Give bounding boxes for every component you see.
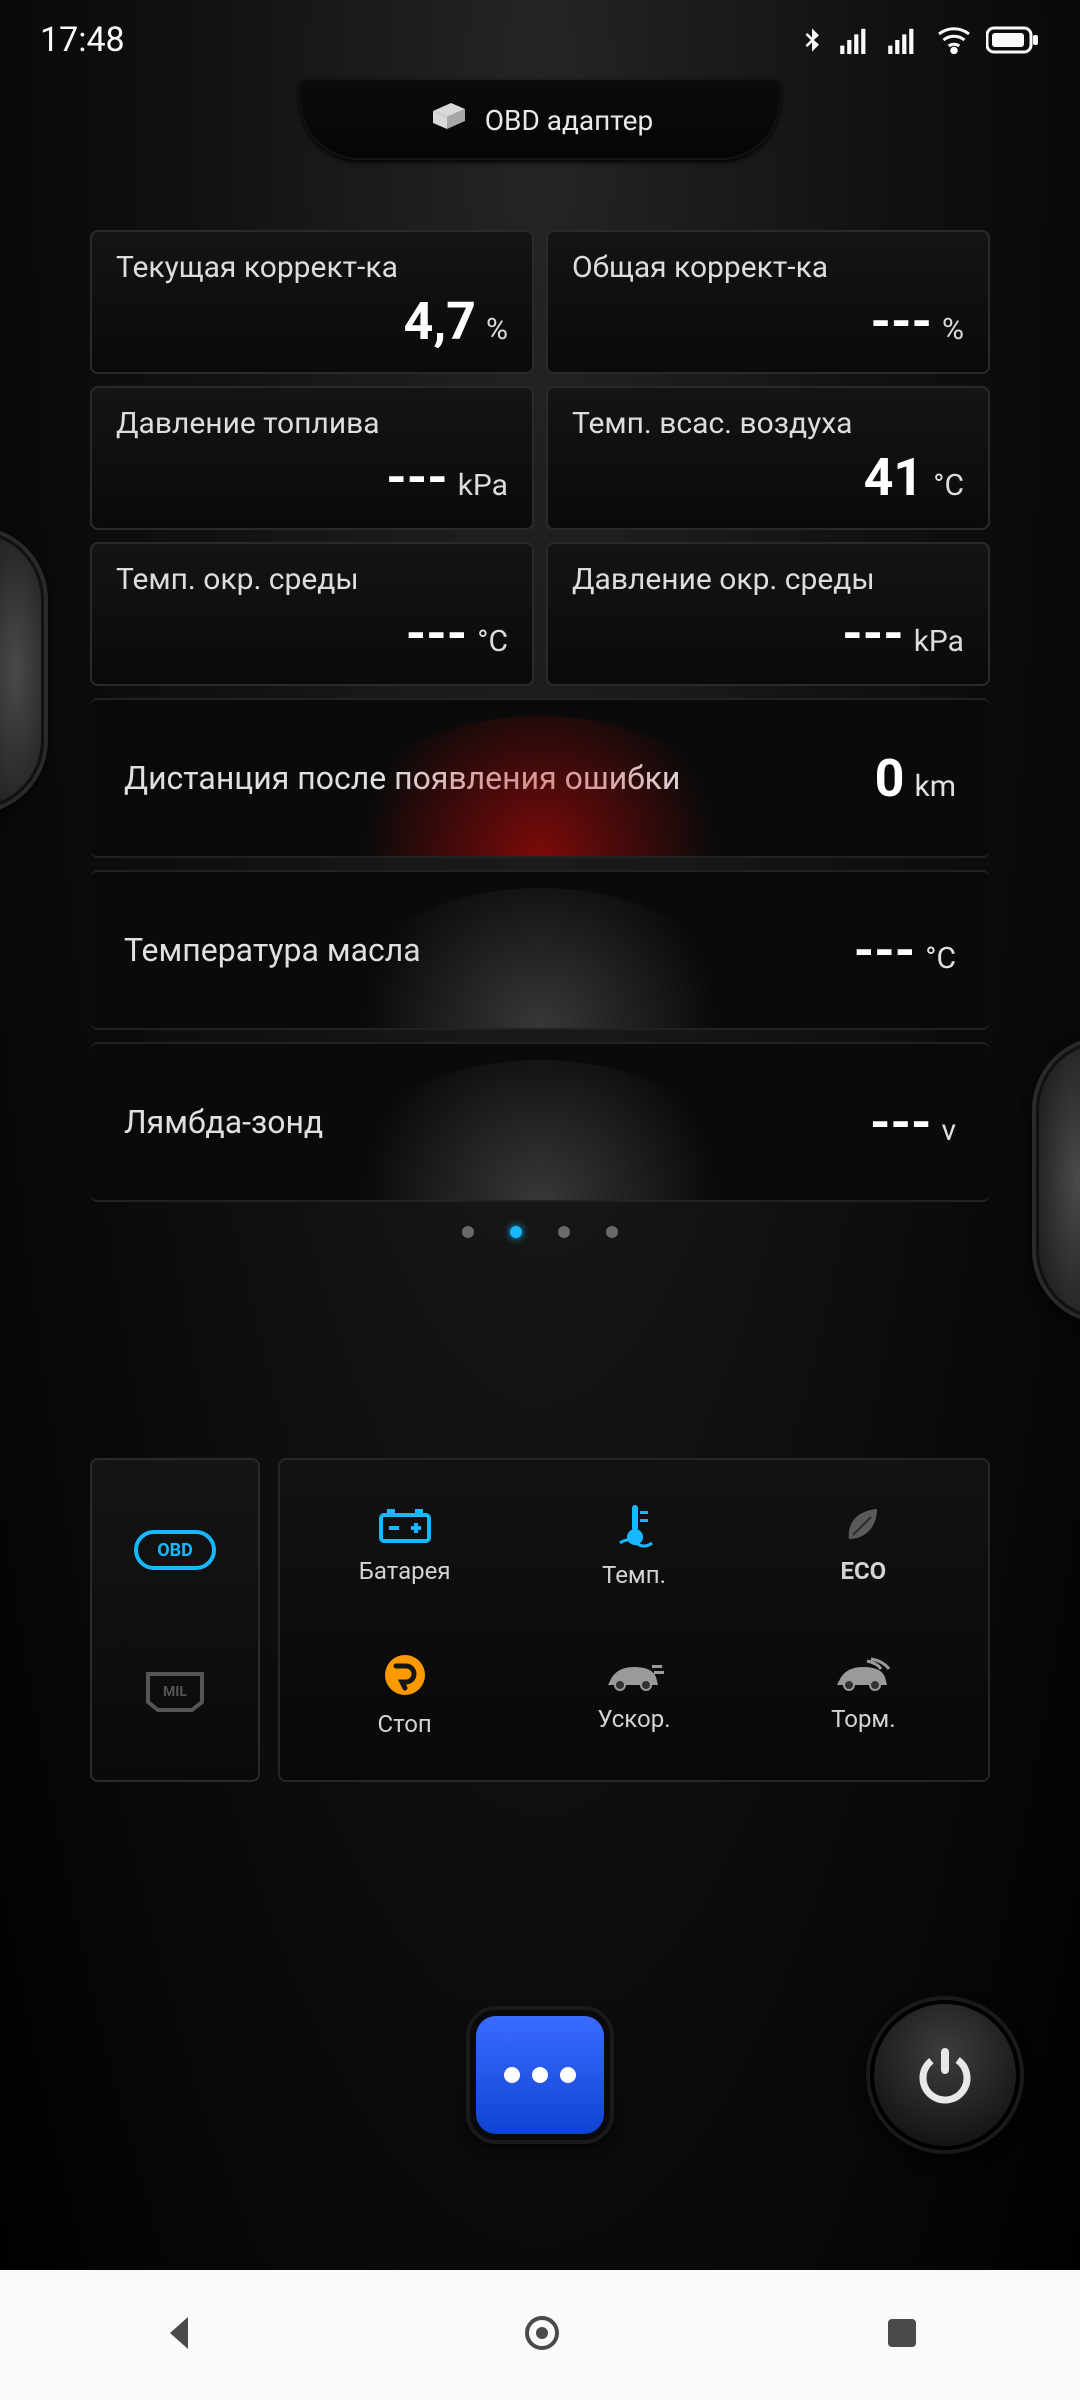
- wifi-icon: [936, 26, 972, 54]
- tile-label: Ускор.: [597, 1705, 670, 1733]
- card-label: Общая коррект-ка: [572, 250, 964, 285]
- page-dot-3[interactable]: [606, 1226, 618, 1238]
- card-ambient-temp[interactable]: Темп. окр. среды --- °C: [90, 542, 534, 686]
- status-time: 17:48: [40, 20, 125, 60]
- page-dot-1[interactable]: [510, 1226, 522, 1238]
- card-unit: %: [942, 312, 964, 347]
- tile-label: Батарея: [359, 1557, 451, 1585]
- dot-icon: [532, 2067, 548, 2083]
- card-unit: °C: [477, 624, 508, 659]
- card-value: ---: [871, 291, 932, 352]
- dot-icon: [560, 2067, 576, 2083]
- card-unit: kPa: [458, 468, 508, 503]
- nav-recents-button[interactable]: [884, 2315, 920, 2355]
- card-ambient-pressure[interactable]: Давление окр. среды --- kPa: [546, 542, 990, 686]
- card-intake-air-temp[interactable]: Темп. всас. воздуха 41 °C: [546, 386, 990, 530]
- nav-back-button[interactable]: [160, 2313, 200, 2357]
- battery-icon: [986, 26, 1040, 54]
- status-bar: 17:48: [0, 0, 1080, 80]
- power-button[interactable]: [870, 2000, 1020, 2150]
- svg-text:MIL: MIL: [163, 1684, 187, 1700]
- obd-adapter-icon: [427, 99, 471, 142]
- stop-sign-icon: [382, 1652, 428, 1702]
- card-value: 41: [864, 447, 924, 508]
- leaf-icon: [841, 1505, 885, 1549]
- header-pill[interactable]: OBD адаптер: [300, 80, 780, 160]
- left-knob[interactable]: [0, 530, 44, 810]
- page-dot-2[interactable]: [558, 1226, 570, 1238]
- tile-brake[interactable]: Торм.: [749, 1620, 978, 1770]
- card-label: Темп. окр. среды: [116, 562, 508, 597]
- tile-temp[interactable]: Темп.: [519, 1470, 748, 1620]
- signal-2-icon: [888, 26, 922, 54]
- glow-icon: [330, 1060, 750, 1202]
- fullcard-value: ---: [870, 1092, 931, 1153]
- card-label: Давление окр. среды: [572, 562, 964, 597]
- card-fuel-pressure[interactable]: Давление топлива --- kPa: [90, 386, 534, 530]
- fullcard-value: ---: [854, 920, 915, 981]
- tile-accel[interactable]: Ускор.: [519, 1620, 748, 1770]
- card-unit: °C: [933, 468, 964, 503]
- card-value: ---: [842, 603, 903, 664]
- card-label: Давление топлива: [116, 406, 508, 441]
- header-title: OBD адаптер: [485, 104, 654, 137]
- tile-stop[interactable]: Стоп: [290, 1620, 519, 1770]
- fullcard-oil-temp[interactable]: Температура масла ---°C: [90, 870, 990, 1030]
- android-navbar: [0, 2270, 1080, 2400]
- tile-label: Торм.: [831, 1705, 895, 1733]
- car-brake-icon: [831, 1657, 895, 1697]
- glow-icon: [330, 888, 750, 1030]
- page-dot-0[interactable]: [462, 1226, 474, 1238]
- tile-label: Стоп: [378, 1710, 432, 1738]
- side-obd-button[interactable]: OBD: [130, 1520, 220, 1584]
- side-mil-button[interactable]: MIL: [130, 1656, 220, 1720]
- battery-icon: [377, 1505, 433, 1549]
- card-unit: %: [486, 312, 508, 347]
- power-icon: [910, 2040, 980, 2110]
- tile-eco[interactable]: ECO: [749, 1470, 978, 1620]
- signal-1-icon: [840, 26, 874, 54]
- fullcard-lambda[interactable]: Лямбда-зонд --- v: [90, 1042, 990, 1202]
- fullcard-unit: km: [914, 769, 956, 804]
- card-label: Темп. всас. воздуха: [572, 406, 964, 441]
- svg-text:OBD: OBD: [157, 1540, 193, 1561]
- fullcard-label: Лямбда-зонд: [124, 1103, 323, 1141]
- menu-button[interactable]: [470, 2010, 610, 2140]
- fullcard-distance-after-error[interactable]: Дистанция после появления ошибки 0km: [90, 698, 990, 858]
- bluetooth-icon: [798, 22, 826, 58]
- card-value: 4,7: [404, 291, 476, 352]
- card-label: Текущая коррект-ка: [116, 250, 508, 285]
- tiles-panel: Батарея Темп. ECO Стоп Ускор. Торм.: [278, 1458, 990, 1782]
- card-value: ---: [406, 603, 467, 664]
- right-knob[interactable]: [1036, 1040, 1080, 1320]
- header-tab: OBD адаптер: [0, 80, 1080, 190]
- card-total-correction[interactable]: Общая коррект-ка ---%: [546, 230, 990, 374]
- fullcard-unit: °C: [925, 941, 956, 976]
- tile-label: ECO: [840, 1557, 886, 1585]
- tile-label: Темп.: [602, 1561, 666, 1589]
- glow-icon: [330, 716, 750, 858]
- card-current-correction[interactable]: Текущая коррект-ка 4,7%: [90, 230, 534, 374]
- nav-home-button[interactable]: [520, 2311, 564, 2359]
- fullcard-value: 0: [875, 748, 905, 809]
- side-panel: OBD MIL: [90, 1458, 260, 1782]
- thermometer-icon: [610, 1501, 658, 1553]
- fullcard-unit: v: [941, 1113, 956, 1148]
- card-unit: kPa: [914, 624, 964, 659]
- page-indicator[interactable]: [90, 1226, 990, 1238]
- dot-icon: [504, 2067, 520, 2083]
- card-value: ---: [386, 447, 447, 508]
- tile-battery[interactable]: Батарея: [290, 1470, 519, 1620]
- car-speed-icon: [602, 1657, 666, 1697]
